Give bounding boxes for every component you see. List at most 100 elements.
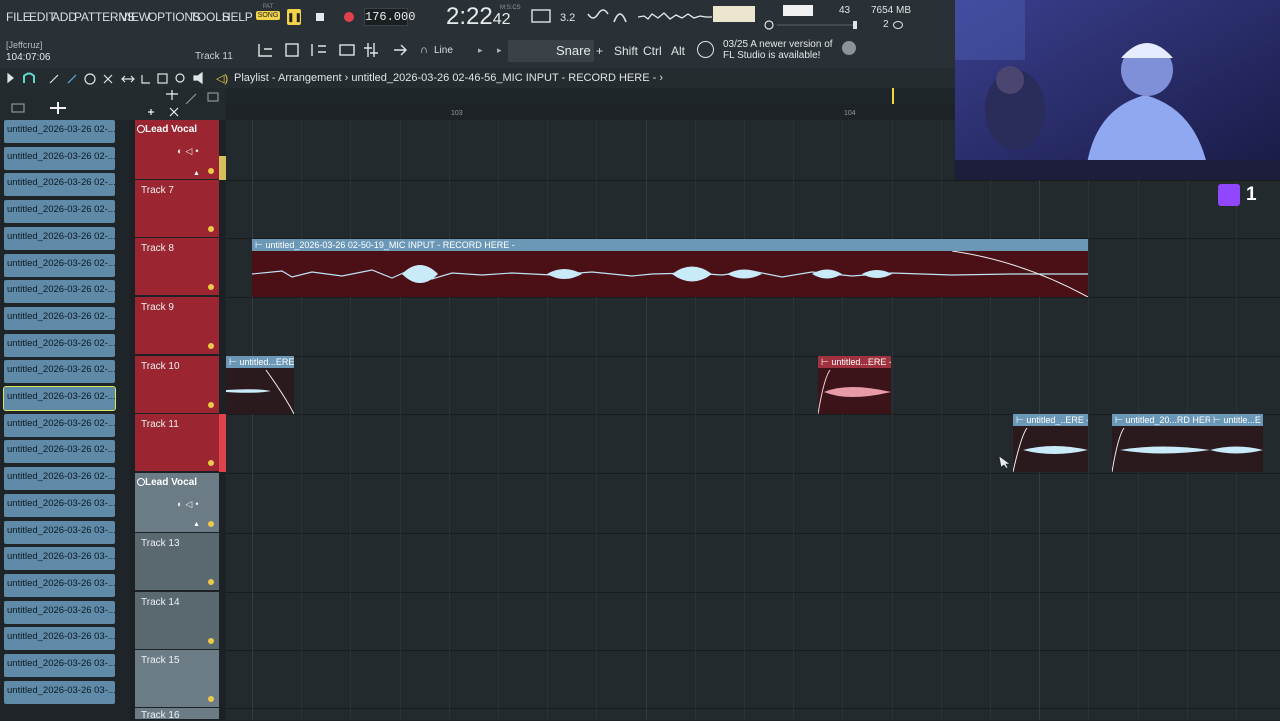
picker-item[interactable]: untitled_2026-03-26 03-... xyxy=(4,520,115,544)
grid-beat-line xyxy=(694,120,696,720)
playlist-overview[interactable] xyxy=(226,88,955,104)
clip-body xyxy=(226,368,294,414)
draw-tool-icon xyxy=(49,74,59,84)
add-pattern-button[interactable]: + xyxy=(596,44,603,58)
picker-item[interactable]: untitled_2026-03-26 02-... xyxy=(4,173,115,197)
menu-help[interactable]: HELP xyxy=(222,10,253,24)
pause-button[interactable]: ❚❚ xyxy=(287,9,302,25)
picker-item[interactable]: untitled_2026-03-26 03-... xyxy=(4,680,115,704)
track-header-lead-vocal-2[interactable]: Lead Vocal ◐◁• ▲ xyxy=(135,473,219,533)
audio-clip[interactable]: ⊢ untitled_20...RD HERE - xyxy=(1112,414,1210,472)
picker-item[interactable]: untitled_2026-03-26 02-... xyxy=(4,306,115,330)
picker-item[interactable]: untitled_2026-03-26 02-... xyxy=(4,440,115,464)
track-dot[interactable] xyxy=(208,343,214,349)
track-dot[interactable] xyxy=(208,638,214,644)
track-header-11[interactable]: Track 11 xyxy=(135,414,219,472)
lane-divider xyxy=(226,650,1280,651)
record-button[interactable] xyxy=(344,12,354,22)
track-buttons[interactable]: ◐◁• xyxy=(177,146,202,157)
picker-item[interactable]: untitled_2026-03-26 02-... xyxy=(4,333,115,357)
picker-item[interactable]: untitled_2026-03-26 03-... xyxy=(4,573,115,597)
pattern-song-toggle[interactable]: PAT SONG xyxy=(256,4,280,30)
speaker-icon[interactable]: ◁) xyxy=(216,72,228,85)
picker-audio-icon xyxy=(11,103,25,113)
picker-item[interactable]: untitled_2026-03-26 03-... xyxy=(4,654,115,677)
fold-icon[interactable]: ▲ xyxy=(193,170,200,177)
news-icon[interactable] xyxy=(697,41,714,58)
channel-rack-icon xyxy=(311,44,326,56)
track-dot[interactable] xyxy=(208,284,214,290)
selected-track-marker xyxy=(219,414,226,472)
picker-item[interactable]: untitled_2026-03-26 02-... xyxy=(4,413,115,437)
picker-item[interactable]: untitled_2026-03-26 03-... xyxy=(4,627,115,651)
audio-clip[interactable]: ⊢ untitled_2026-03-26 02-50-19_MIC INPUT… xyxy=(252,239,1088,297)
audio-clip[interactable]: ⊢ untitled...ERE - xyxy=(226,356,294,414)
picker-item[interactable]: untitled_2026-03-26 02-... xyxy=(4,120,115,143)
alt-key[interactable]: Alt xyxy=(671,44,685,58)
picker-item[interactable]: untitled_2026-03-26 02-... xyxy=(3,386,116,411)
track-header-9[interactable]: Track 9 xyxy=(135,297,219,355)
clip-title: ⊢ untitled...ERE - xyxy=(818,356,891,368)
picker-item[interactable]: untitled_2026-03-26 02-... xyxy=(4,253,115,277)
snap-arrow-icon[interactable]: ▸ xyxy=(478,45,483,56)
clip-title: ⊢ untitled_..ERE - xyxy=(1013,414,1088,426)
menu-view[interactable]: VIEW xyxy=(120,10,150,24)
track-dot[interactable] xyxy=(208,579,214,585)
tempo-display[interactable]: 176.000 xyxy=(364,8,415,26)
ctrl-key[interactable]: Ctrl xyxy=(643,44,662,58)
group-collapse-icon[interactable] xyxy=(137,125,145,133)
picker-item[interactable]: untitled_2026-03-26 02-... xyxy=(4,226,115,250)
clip-body xyxy=(1210,426,1263,472)
track-dot[interactable] xyxy=(208,460,214,466)
fl-fruit-icon[interactable] xyxy=(842,41,856,55)
news-panel[interactable]: 03/25 A newer version of FL Studio is av… xyxy=(723,39,833,61)
move-icon xyxy=(166,90,178,100)
grid-beat-line xyxy=(990,120,991,720)
news-date: 03/25 xyxy=(723,39,749,50)
audio-clip[interactable]: ⊢ untitled_..ERE - xyxy=(1013,414,1088,472)
hint-clock: 104:07:06 xyxy=(6,52,51,63)
picker-item[interactable]: untitled_2026-03-26 02-... xyxy=(4,280,115,304)
menu-file[interactable]: FILE xyxy=(6,10,31,24)
fold-icon[interactable]: ▲ xyxy=(193,521,200,528)
waveform xyxy=(818,369,891,414)
picker-item[interactable]: untitled_2026-03-26 03-... xyxy=(4,547,115,571)
picker-item[interactable]: untitled_2026-03-26 02-... xyxy=(4,146,115,170)
track-dot[interactable] xyxy=(208,226,214,232)
cpu-value: 43 xyxy=(839,5,851,16)
group-collapse-icon[interactable] xyxy=(137,478,145,486)
track-header-8[interactable]: Track 8 xyxy=(135,238,219,296)
picker-item[interactable]: untitled_2026-03-26 03-... xyxy=(4,600,115,624)
track-header-14[interactable]: Track 14 xyxy=(135,592,219,650)
track-dot[interactable] xyxy=(208,168,214,174)
stop-button[interactable] xyxy=(316,13,324,21)
track-header-15[interactable]: Track 15 xyxy=(135,650,219,708)
snap-selector[interactable]: Line xyxy=(434,45,453,56)
track-dot[interactable] xyxy=(208,402,214,408)
master-volume-slider[interactable] xyxy=(763,19,863,31)
slip-tool-icon xyxy=(121,75,135,83)
track-name: Track 8 xyxy=(141,243,174,254)
picker-item[interactable]: untitled_2026-03-26 03-... xyxy=(4,493,115,517)
pattern-arrow-icon[interactable]: ▸ xyxy=(497,45,502,56)
lane-divider xyxy=(226,473,1280,474)
track-header-10[interactable]: Track 10 xyxy=(135,356,219,414)
track-header-13[interactable]: Track 13 xyxy=(135,533,219,591)
clip-body xyxy=(252,250,1088,297)
shift-key[interactable]: Shift xyxy=(614,44,638,58)
picker-item[interactable]: untitled_2026-03-26 02-... xyxy=(4,360,115,384)
delete-tool-icon xyxy=(84,73,96,85)
track-dot[interactable] xyxy=(208,696,214,702)
track-buttons[interactable]: ◐◁• xyxy=(177,499,202,510)
audio-clip[interactable]: ⊢ untitled...ERE - xyxy=(818,356,891,414)
track-header-7[interactable]: Track 7 xyxy=(135,180,219,238)
audio-clip[interactable]: ⊢ untitle...E - xyxy=(1210,414,1263,472)
zoom-tool-icon xyxy=(175,73,185,83)
magnet-icon[interactable]: ∩ xyxy=(420,44,428,56)
track-dot[interactable] xyxy=(208,521,214,527)
track-header-16[interactable]: Track 16 xyxy=(135,708,219,721)
picker-item[interactable]: untitled_2026-03-26 02-... xyxy=(4,200,115,224)
track-header-lead-vocal[interactable]: Lead Vocal ◐◁• ▲ xyxy=(135,120,219,180)
pattern-arrow-icon[interactable]: › xyxy=(659,72,663,84)
picker-item[interactable]: untitled_2026-03-26 02-... xyxy=(4,467,115,491)
